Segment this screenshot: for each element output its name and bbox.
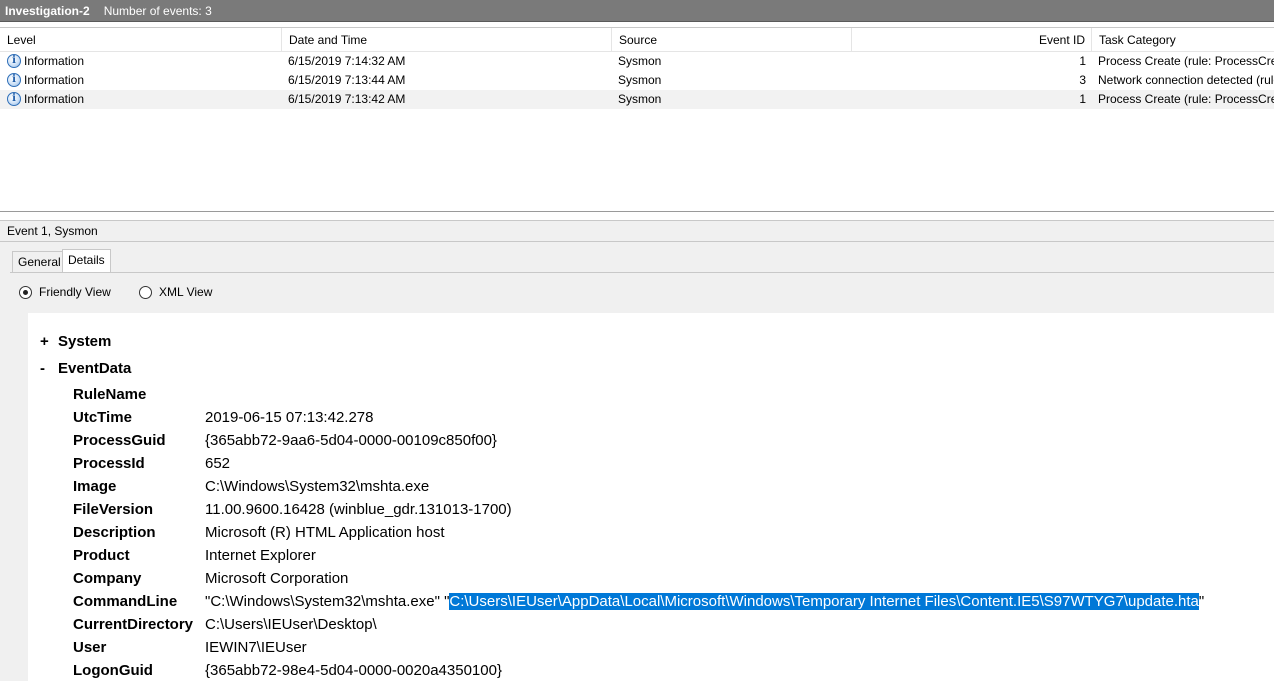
field-image: Image C:\Windows\System32\mshta.exe bbox=[73, 475, 1273, 498]
field-value[interactable]: 2019-06-15 07:13:42.278 bbox=[205, 406, 373, 429]
row-source: Sysmon bbox=[618, 92, 662, 106]
tab-divider bbox=[10, 272, 1274, 273]
event-row[interactable]: i Information 6/15/2019 7:13:44 AM Sysmo… bbox=[0, 71, 1274, 90]
field-value[interactable]: {365abb72-98e4-5d04-0000-0020a4350100} bbox=[205, 659, 502, 681]
field-name: CommandLine bbox=[73, 593, 178, 610]
field-name: LogonGuid bbox=[73, 662, 153, 679]
event-row[interactable]: i Information 6/15/2019 7:14:32 AM Sysmo… bbox=[0, 52, 1274, 71]
field-value[interactable]: Microsoft (R) HTML Application host bbox=[205, 521, 445, 544]
information-icon: i bbox=[7, 92, 21, 106]
log-title: Investigation-2 bbox=[5, 3, 90, 18]
field-processguid: ProcessGuid {365abb72-9aa6-5d04-0000-001… bbox=[73, 429, 1273, 452]
field-company: Company Microsoft Corporation bbox=[73, 567, 1273, 590]
field-value[interactable]: 11.00.9600.16428 (winblue_gdr.131013-170… bbox=[205, 498, 512, 521]
row-event-id: 1 bbox=[1079, 92, 1086, 106]
field-name: Description bbox=[73, 524, 156, 541]
field-name: Image bbox=[73, 478, 117, 495]
xml-view-option[interactable]: XML View bbox=[139, 284, 212, 300]
field-processid: ProcessId 652 bbox=[73, 452, 1273, 475]
field-name: ProcessGuid bbox=[73, 432, 166, 449]
column-header-task-category[interactable]: Task Category bbox=[1092, 28, 1274, 52]
row-task-category: Process Create (rule: ProcessCreate) bbox=[1098, 92, 1274, 106]
selected-text[interactable]: C:\Users\IEUser\AppData\Local\Microsoft\… bbox=[449, 593, 1199, 610]
commandline-prefix: "C:\Windows\System32\mshta.exe" " bbox=[205, 593, 450, 610]
row-source: Sysmon bbox=[618, 54, 662, 68]
column-header-event-id[interactable]: Event ID bbox=[852, 28, 1092, 52]
field-name: User bbox=[73, 639, 107, 656]
collapse-toggle[interactable]: - bbox=[40, 360, 58, 377]
field-product: Product Internet Explorer bbox=[73, 544, 1273, 567]
field-commandline: CommandLine "C:\Windows\System32\mshta.e… bbox=[73, 590, 1273, 613]
row-level: Information bbox=[24, 54, 85, 68]
field-value[interactable]: Microsoft Corporation bbox=[205, 567, 348, 590]
field-utctime: UtcTime 2019-06-15 07:13:42.278 bbox=[73, 406, 1273, 429]
row-event-id: 1 bbox=[1079, 54, 1086, 68]
field-name: RuleName bbox=[73, 386, 147, 403]
column-header-source[interactable]: Source bbox=[612, 28, 852, 52]
field-name: Company bbox=[73, 570, 142, 587]
information-icon: i bbox=[7, 54, 21, 68]
column-header-level[interactable]: Level bbox=[0, 28, 282, 52]
friendly-view-option[interactable]: Friendly View bbox=[19, 284, 111, 300]
row-date-time: 6/15/2019 7:13:42 AM bbox=[288, 92, 406, 106]
row-date-time: 6/15/2019 7:13:44 AM bbox=[288, 73, 406, 87]
field-value[interactable]: IEWIN7\IEUser bbox=[205, 636, 307, 659]
row-task-category: Network connection detected (rule: Netwo… bbox=[1098, 73, 1274, 87]
field-logonguid: LogonGuid {365abb72-98e4-5d04-0000-0020a… bbox=[73, 659, 1273, 681]
events-grid: Level Date and Time Source Event ID Task… bbox=[0, 27, 1274, 212]
eventdata-node[interactable]: - EventData bbox=[40, 360, 131, 377]
tab-details[interactable]: Details bbox=[62, 249, 111, 273]
event-detail-header: Event 1, Sysmon bbox=[0, 220, 1274, 242]
field-value[interactable]: Internet Explorer bbox=[205, 544, 316, 567]
information-icon: i bbox=[7, 73, 21, 87]
eventdata-label: EventData bbox=[58, 360, 132, 377]
field-name: UtcTime bbox=[73, 409, 132, 426]
title-bar: Investigation-2 Number of events: 3 bbox=[0, 0, 1274, 22]
field-rulename: RuleName bbox=[73, 383, 1273, 406]
xml-view-label: XML View bbox=[159, 285, 213, 299]
field-name: CurrentDirectory bbox=[73, 616, 194, 633]
row-date-time: 6/15/2019 7:14:32 AM bbox=[288, 54, 406, 68]
field-name: ProcessId bbox=[73, 455, 145, 472]
system-label: System bbox=[58, 333, 112, 350]
row-level: Information bbox=[24, 73, 85, 87]
friendly-view-radio[interactable] bbox=[19, 285, 32, 299]
tab-general[interactable]: General bbox=[12, 251, 67, 273]
friendly-view-label: Friendly View bbox=[39, 285, 111, 299]
row-event-id: 3 bbox=[1079, 73, 1086, 87]
field-user: User IEWIN7\IEUser bbox=[73, 636, 1273, 659]
system-node[interactable]: + System bbox=[40, 333, 111, 350]
expand-toggle[interactable]: + bbox=[40, 333, 58, 350]
field-value[interactable]: "C:\Windows\System32\mshta.exe" "C:\User… bbox=[205, 590, 1204, 613]
field-currentdirectory: CurrentDirectory C:\Users\IEUser\Desktop… bbox=[73, 613, 1273, 636]
field-value[interactable]: {365abb72-9aa6-5d04-0000-00109c850f00} bbox=[205, 429, 497, 452]
event-row-selected[interactable]: i Information 6/15/2019 7:13:42 AM Sysmo… bbox=[0, 90, 1274, 109]
column-header-date-time[interactable]: Date and Time bbox=[282, 28, 612, 52]
event-details-pane: + System - EventData RuleName UtcTime 20… bbox=[28, 313, 1274, 681]
row-task-category: Process Create (rule: ProcessCreate) bbox=[1098, 54, 1274, 68]
row-level: Information bbox=[24, 92, 85, 106]
event-count: Number of events: 3 bbox=[103, 3, 212, 18]
field-value[interactable]: 652 bbox=[205, 452, 230, 475]
field-name: Product bbox=[73, 547, 130, 564]
commandline-suffix: " bbox=[1198, 593, 1205, 610]
field-fileversion: FileVersion 11.00.9600.16428 (winblue_gd… bbox=[73, 498, 1273, 521]
xml-view-radio[interactable] bbox=[139, 285, 152, 299]
field-name: FileVersion bbox=[73, 501, 154, 518]
field-value[interactable]: C:\Windows\System32\mshta.exe bbox=[205, 475, 429, 498]
field-description: Description Microsoft (R) HTML Applicati… bbox=[73, 521, 1273, 544]
row-source: Sysmon bbox=[618, 73, 662, 87]
field-value[interactable]: C:\Users\IEUser\Desktop\ bbox=[205, 613, 377, 636]
grid-header: Level Date and Time Source Event ID Task… bbox=[0, 28, 1274, 52]
